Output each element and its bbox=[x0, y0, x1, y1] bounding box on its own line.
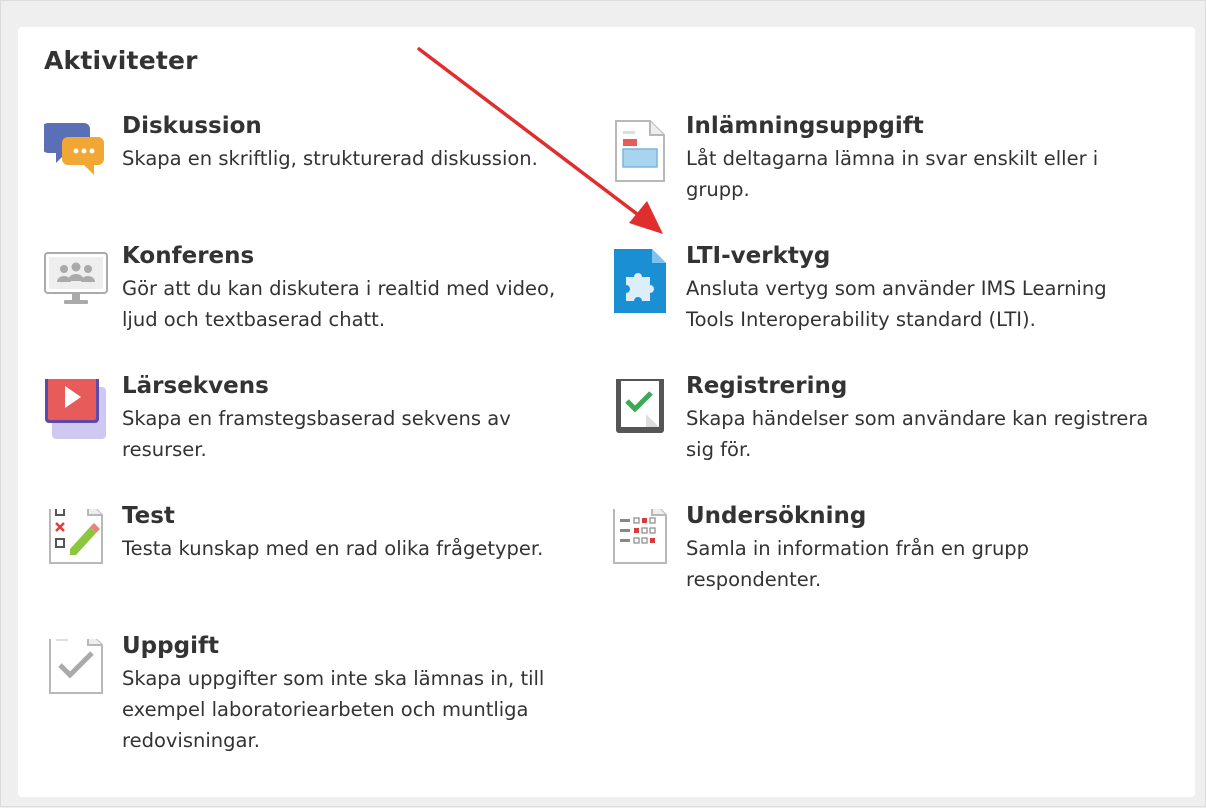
activity-description: Testa kunskap med en rad olika frågetype… bbox=[122, 537, 544, 560]
activity-description: Låt deltagarna lämna in svar enskilt ell… bbox=[686, 147, 1099, 201]
activity-description: Skapa en skriftlig, strukturerad diskuss… bbox=[122, 147, 538, 170]
activity-title: Diskussion bbox=[122, 113, 262, 139]
survey-icon bbox=[608, 500, 672, 573]
registration-clipboard-icon bbox=[608, 367, 672, 443]
activity-description: Gör att du kan diskutera i realtid med v… bbox=[122, 277, 556, 331]
activity-description: Skapa en framstegsbaserad sekvens av res… bbox=[122, 407, 511, 461]
section-heading: Aktiviteter bbox=[44, 46, 198, 75]
activity-title: Konferens bbox=[122, 243, 255, 269]
activity-title: Registrering bbox=[686, 373, 848, 399]
activity-title: LTI-verktyg bbox=[686, 243, 831, 269]
screenshot-frame: Aktiviteter Diskussion Skapa en skriftli… bbox=[0, 0, 1206, 807]
activity-description: Skapa händelser som användare kan regist… bbox=[686, 407, 1149, 461]
test-checklist-icon bbox=[44, 500, 108, 573]
activity-description: Skapa uppgifter som inte ska lämnas in, … bbox=[122, 667, 545, 752]
activity-title: Inlämningsuppgift bbox=[686, 113, 924, 139]
discussion-icon bbox=[42, 119, 108, 183]
task-check-icon bbox=[44, 630, 108, 703]
lti-puzzle-icon bbox=[608, 249, 672, 313]
activity-title: Uppgift bbox=[122, 633, 219, 659]
activity-title: Test bbox=[122, 503, 175, 529]
activity-description: Ansluta vertyg som använder IMS Learning… bbox=[686, 277, 1107, 331]
play-sequence-icon bbox=[44, 371, 108, 443]
conference-icon bbox=[44, 249, 108, 313]
activity-title: Lärsekvens bbox=[122, 373, 269, 399]
activity-description: Samla in information från en grupp respo… bbox=[686, 537, 1030, 591]
activity-title: Undersökning bbox=[686, 503, 867, 529]
assignment-submission-icon bbox=[608, 119, 672, 183]
